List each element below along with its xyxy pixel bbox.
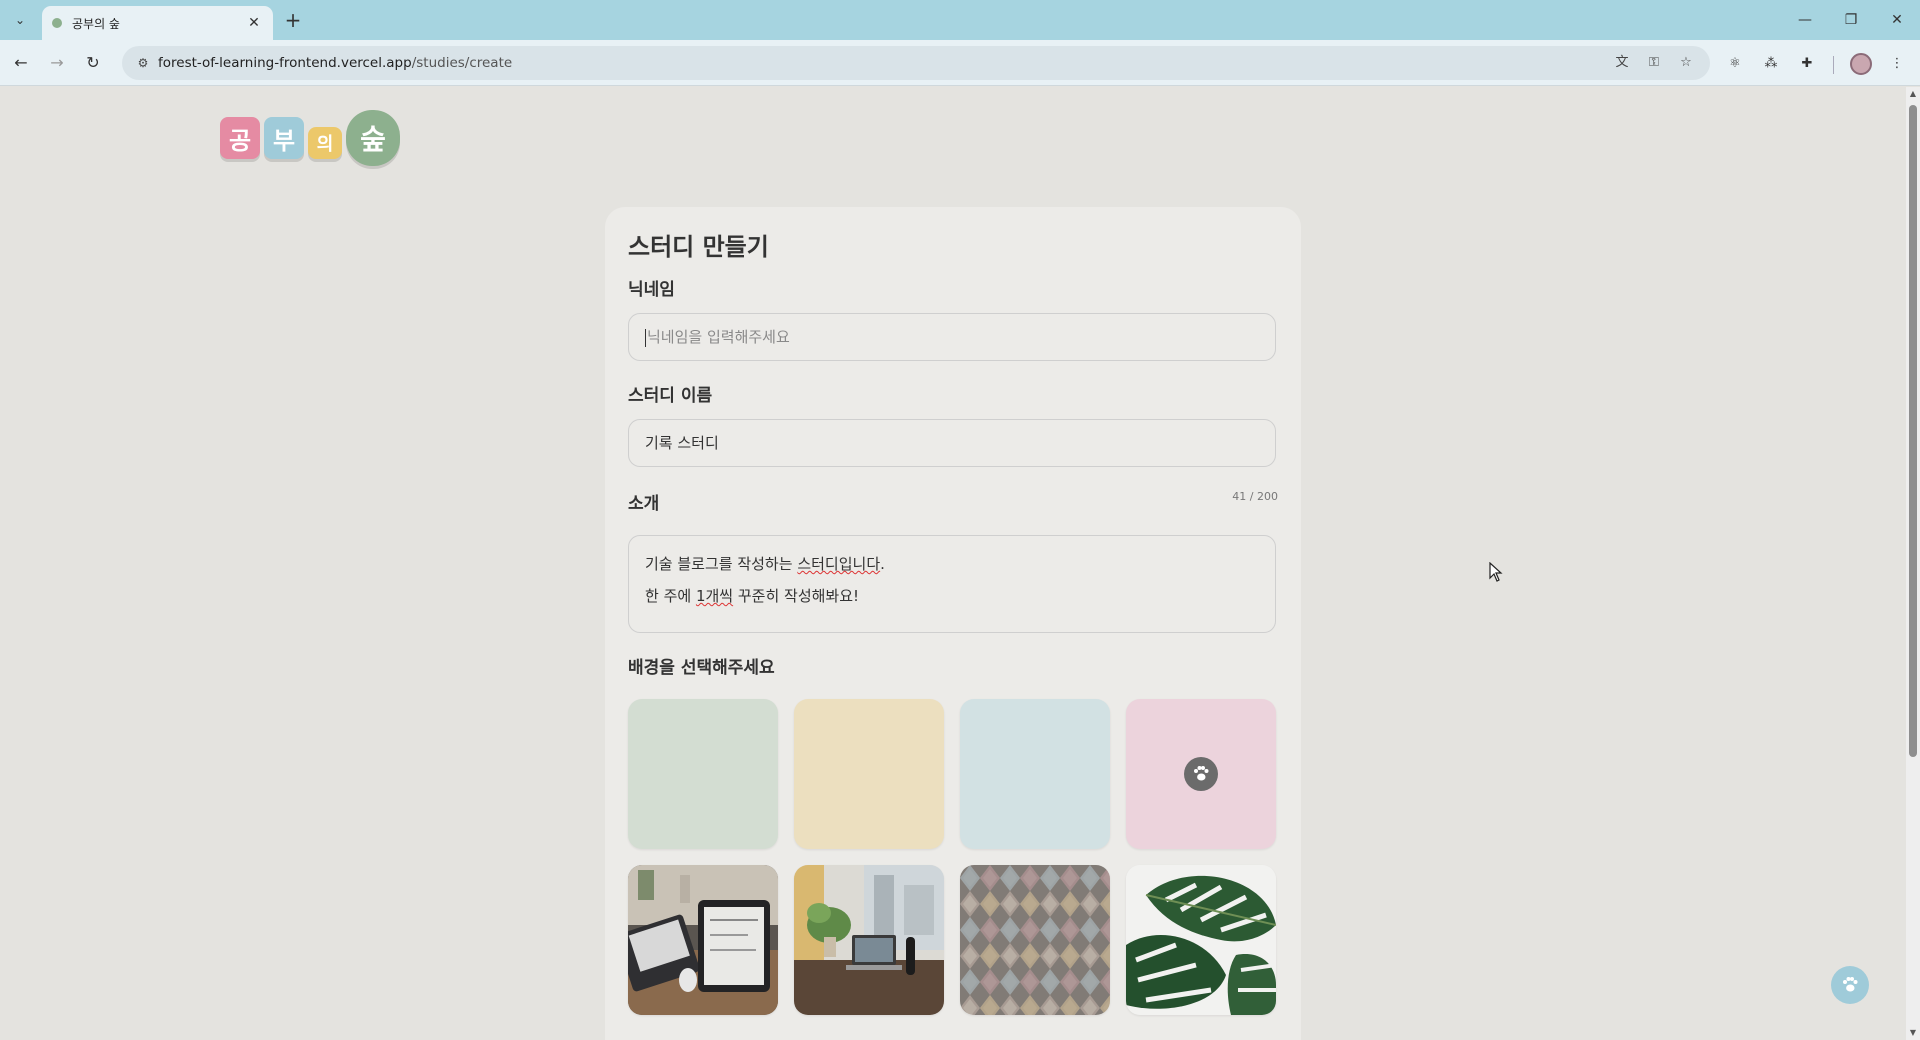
toolbar-separator — [1833, 56, 1834, 74]
create-study-card: 스터디 만들기 닉네임 닉네임을 입력해주세요 스터디 이름 기록 스터디 소개… — [605, 207, 1301, 1040]
forward-icon[interactable]: → — [44, 50, 70, 76]
tile-pattern-photo — [960, 865, 1110, 1015]
translate-icon[interactable]: 文 — [1612, 53, 1632, 73]
study-name-input[interactable]: 기록 스터디 — [628, 419, 1276, 467]
profile-avatar[interactable] — [1850, 53, 1872, 75]
logo-char: 부 — [264, 117, 304, 159]
reload-icon[interactable]: ↻ — [80, 50, 106, 76]
study-name-label: 스터디 이름 — [628, 386, 713, 406]
logo-char: 숲 — [346, 110, 400, 166]
background-option-monstera-leaf-photo[interactable] — [1126, 865, 1276, 1015]
intro-text: 꾸준히 작성해봐요! — [733, 587, 860, 605]
intro-text: 한 주에 — [645, 587, 696, 605]
background-option-pink[interactable] — [1126, 699, 1276, 849]
scroll-up-arrow-icon[interactable]: ▲ — [1909, 90, 1917, 98]
nickname-placeholder: 닉네임을 입력해주세요 — [647, 328, 790, 346]
new-tab-icon[interactable]: + — [281, 8, 305, 32]
floating-paw-button[interactable] — [1831, 966, 1869, 1004]
url-text[interactable]: forest-of-learning-frontend.vercel.app/s… — [158, 55, 512, 71]
background-option-green[interactable] — [628, 699, 778, 849]
page-content: 공 부 의 숲 스터디 만들기 닉네임 닉네임을 입력해주세요 스터디 이름 기… — [0, 87, 1906, 1040]
selected-paw-icon — [1184, 757, 1218, 791]
spellcheck-underline: 스터디입니다 — [797, 555, 881, 573]
url-path: /studies/create — [411, 55, 513, 71]
intro-label: 소개 — [628, 494, 660, 514]
paw-icon — [1843, 977, 1858, 992]
background-option-laptop-plant-photo[interactable] — [794, 865, 944, 1015]
scroll-down-arrow-icon[interactable]: ▼ — [1909, 1029, 1917, 1037]
intro-text: . — [880, 555, 885, 573]
intro-textarea[interactable]: 기술 블로그를 작성하는 스터디입니다. 한 주에 1개씩 꾸준히 작성해봐요! — [628, 535, 1276, 633]
browser-toolbar: ← → ↻ ⚙ forest-of-learning-frontend.verc… — [0, 40, 1920, 86]
extension-react-icon[interactable]: ⚛ — [1724, 53, 1746, 75]
intro-char-counter: 41 / 200 — [1232, 490, 1278, 503]
browser-menu-icon[interactable]: ⋮ — [1886, 53, 1908, 75]
background-label: 배경을 선택해주세요 — [628, 658, 775, 678]
url-host: forest-of-learning-frontend.vercel.app — [158, 55, 412, 71]
background-option-desk-tablet-photo[interactable] — [628, 865, 778, 1015]
logo-char: 공 — [220, 117, 260, 159]
laptop-plant-photo — [794, 865, 944, 1015]
tab-search-icon[interactable]: ⌄ — [8, 8, 32, 32]
intro-line-2: 한 주에 1개씩 꾸준히 작성해봐요! — [645, 580, 1259, 612]
site-logo[interactable]: 공 부 의 숲 — [220, 107, 404, 169]
back-icon[interactable]: ← — [8, 50, 34, 76]
page-title: 스터디 만들기 — [628, 233, 769, 261]
browser-tab[interactable]: 공부의 숲 ✕ — [42, 6, 273, 40]
spellcheck-underline: 1개씩 — [695, 587, 734, 605]
desk-tablet-photo — [628, 865, 778, 1015]
address-bar[interactable]: ⚙ forest-of-learning-frontend.vercel.app… — [122, 46, 1710, 80]
bookmark-star-icon[interactable]: ☆ — [1676, 53, 1696, 73]
tab-favicon-icon — [52, 18, 62, 28]
background-option-blue[interactable] — [960, 699, 1110, 849]
site-info-icon[interactable]: ⚙ — [134, 54, 152, 72]
background-option-tile-pattern-photo[interactable] — [960, 865, 1110, 1015]
background-option-yellow[interactable] — [794, 699, 944, 849]
background-options — [628, 699, 1278, 1015]
restore-icon[interactable]: ❐ — [1836, 8, 1866, 32]
browser-tab-bar: ⌄ 공부의 숲 ✕ + — ❐ ✕ — [0, 0, 1920, 40]
monstera-leaf-photo — [1126, 865, 1276, 1015]
nickname-input[interactable]: 닉네임을 입력해주세요 — [628, 313, 1276, 361]
intro-line-1: 기술 블로그를 작성하는 스터디입니다. — [645, 548, 1259, 580]
extension-icon[interactable]: ⁂ — [1760, 53, 1782, 75]
mouse-cursor-icon — [1489, 561, 1503, 586]
tab-title: 공부의 숲 — [72, 16, 120, 31]
intro-text: 기술 블로그를 작성하는 — [645, 555, 798, 573]
logo-char: 의 — [308, 127, 342, 159]
password-key-icon[interactable]: ⚿ — [1644, 53, 1664, 73]
window-close-icon[interactable]: ✕ — [1882, 8, 1912, 32]
scroll-thumb[interactable] — [1909, 105, 1917, 757]
page-scrollbar[interactable]: ▲ ▼ — [1906, 87, 1920, 1040]
extensions-puzzle-icon[interactable]: ✚ — [1796, 53, 1818, 75]
text-caret — [645, 328, 646, 347]
tab-close-icon[interactable]: ✕ — [245, 15, 263, 31]
minimize-icon[interactable]: — — [1790, 8, 1820, 32]
nickname-label: 닉네임 — [628, 280, 675, 300]
